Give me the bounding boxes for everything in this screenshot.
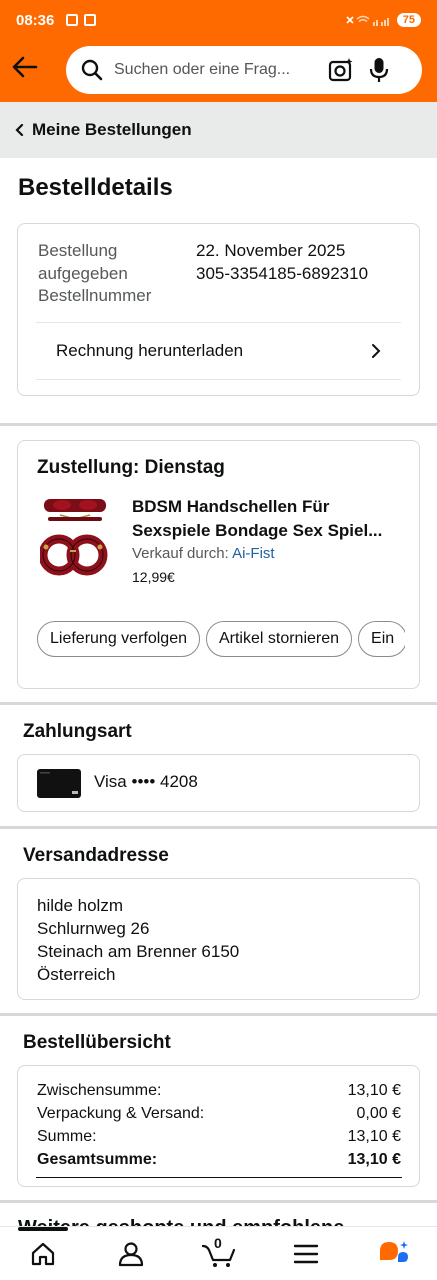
- summary-row-subtotal: Zwischensumme: 13,10 €: [37, 1082, 401, 1100]
- subtotal-label: Zwischensumme:: [37, 1082, 162, 1099]
- product-image[interactable]: [40, 495, 110, 577]
- address-street: Schlurnweg 26: [37, 919, 150, 938]
- nav-active-indicator: [18, 1227, 68, 1231]
- order-labels: Bestellung aufgegeben Bestellnummer: [38, 240, 151, 308]
- order-values: 22. November 2025 305-3354185-6892310: [196, 240, 368, 285]
- back-arrow-icon[interactable]: [10, 52, 40, 82]
- nav-cart[interactable]: 0: [199, 1235, 239, 1271]
- nav-menu[interactable]: [286, 1237, 326, 1271]
- order-number: 305-3354185-6892310: [196, 263, 369, 283]
- status-right: 75: [345, 13, 421, 27]
- hamburger-menu-icon: [293, 1244, 319, 1264]
- screenshot-icon: [66, 14, 79, 26]
- shipping-address: hilde holzm Schlurnweg 26 Steinach am Br…: [37, 894, 239, 986]
- summary-row-shipping: Verpackung & Versand: 0,00 €: [37, 1105, 401, 1123]
- nav-assistant[interactable]: [373, 1237, 413, 1271]
- signal-wifi-icon: [346, 15, 389, 26]
- search-icon: [81, 59, 103, 81]
- page-title: Bestelldetails: [18, 174, 173, 201]
- order-details-card: Bestellung aufgegeben Bestellnummer 22. …: [17, 223, 420, 396]
- status-bar: 08:36 75: [0, 0, 437, 40]
- payment-method: Visa •••• 4208: [94, 772, 198, 791]
- chevron-left-icon: [15, 123, 24, 137]
- payment-card: Visa •••• 4208: [17, 754, 420, 812]
- user-icon: [118, 1242, 144, 1267]
- status-notification-icons: [66, 14, 97, 26]
- order-date: 22. November 2025: [196, 241, 346, 260]
- payment-heading: Zahlungsart: [23, 721, 132, 742]
- sum-value: 13,10 €: [347, 1128, 401, 1145]
- section-divider: [0, 1200, 437, 1203]
- address-name: hilde holzm: [37, 896, 123, 915]
- battery-indicator: 75: [396, 13, 421, 27]
- order-number-label: Bestellnummer: [38, 286, 152, 305]
- nav-account[interactable]: [111, 1237, 151, 1271]
- chevron-right-icon: [372, 344, 381, 358]
- seller-info: Verkauf durch: Ai-Fist: [132, 545, 275, 562]
- bottom-navigation: 0: [0, 1226, 437, 1280]
- product-title[interactable]: BDSM Handschellen Für Sexspiele Bondage …: [132, 495, 402, 543]
- search-input[interactable]: [114, 61, 320, 79]
- download-invoice-link[interactable]: Rechnung herunterladen: [36, 323, 401, 379]
- address-city: Steinach am Brenner 6150: [37, 942, 240, 961]
- address-country: Österreich: [37, 965, 116, 984]
- summary-card: Zwischensumme: 13,10 € Verpackung & Vers…: [17, 1065, 420, 1187]
- subtotal-value: 13,10 €: [347, 1082, 401, 1099]
- section-divider: [0, 423, 437, 426]
- rufus-assistant-icon: [380, 1241, 408, 1262]
- shipping-heading: Versandadresse: [23, 845, 169, 866]
- track-package-button[interactable]: Lieferung verfolgen: [37, 621, 200, 657]
- order-date-label: Bestellung: [38, 241, 118, 260]
- sold-by-label: Verkauf durch:: [132, 545, 233, 562]
- action-buttons-row: Lieferung verfolgen Artikel stornieren Ein: [37, 621, 405, 659]
- cancel-item-button[interactable]: Artikel stornieren: [205, 621, 353, 657]
- delivery-card: Zustellung: Dienstag BDSM Handschellen F…: [17, 440, 420, 689]
- breadcrumb[interactable]: Meine Bestellungen: [0, 102, 437, 158]
- home-icon: [31, 1242, 55, 1266]
- message-icon: [84, 14, 97, 26]
- order-date-label-cont: aufgegeben: [38, 263, 128, 283]
- grand-total-label: Gesamtsumme:: [37, 1151, 158, 1168]
- download-invoice-label: Rechnung herunterladen: [56, 341, 244, 360]
- summary-row-sum: Summe: 13,10 €: [37, 1128, 401, 1146]
- shipping-cost-label: Verpackung & Versand:: [37, 1105, 205, 1122]
- breadcrumb-label: Meine Bestellungen: [32, 120, 192, 139]
- summary-rule: [36, 1177, 402, 1178]
- section-divider: [0, 702, 437, 705]
- summary-heading: Bestellübersicht: [23, 1032, 171, 1053]
- product-title-line1: BDSM Handschellen Für: [132, 497, 330, 516]
- section-divider: [0, 1013, 437, 1016]
- section-divider: [0, 826, 437, 829]
- product-price: 12,99€: [132, 569, 175, 585]
- delivery-title: Zustellung: Dienstag: [37, 457, 225, 478]
- sum-label: Summe:: [37, 1128, 97, 1145]
- microphone-icon[interactable]: [368, 57, 390, 83]
- status-time: 08:36: [16, 11, 55, 29]
- search-bar[interactable]: [66, 46, 422, 94]
- product-title-line2: Sexspiele Bondage Sex Spiel...: [132, 521, 383, 540]
- grand-total-value: 13,10 €: [347, 1151, 401, 1168]
- search-header: [0, 40, 437, 102]
- camera-search-icon[interactable]: [328, 57, 354, 83]
- summary-row-total: Gesamtsumme: 13,10 €: [37, 1151, 401, 1169]
- divider: [36, 379, 401, 380]
- nav-home[interactable]: [18, 1227, 68, 1271]
- credit-card-icon: [37, 769, 81, 798]
- seller-link[interactable]: Ai-Fist: [232, 545, 275, 562]
- shipping-cost-value: 0,00 €: [356, 1105, 401, 1122]
- address-card: hilde holzm Schlurnweg 26 Steinach am Br…: [17, 878, 420, 1000]
- more-actions-button[interactable]: Ein: [358, 621, 405, 657]
- cart-count: 0: [214, 1235, 222, 1251]
